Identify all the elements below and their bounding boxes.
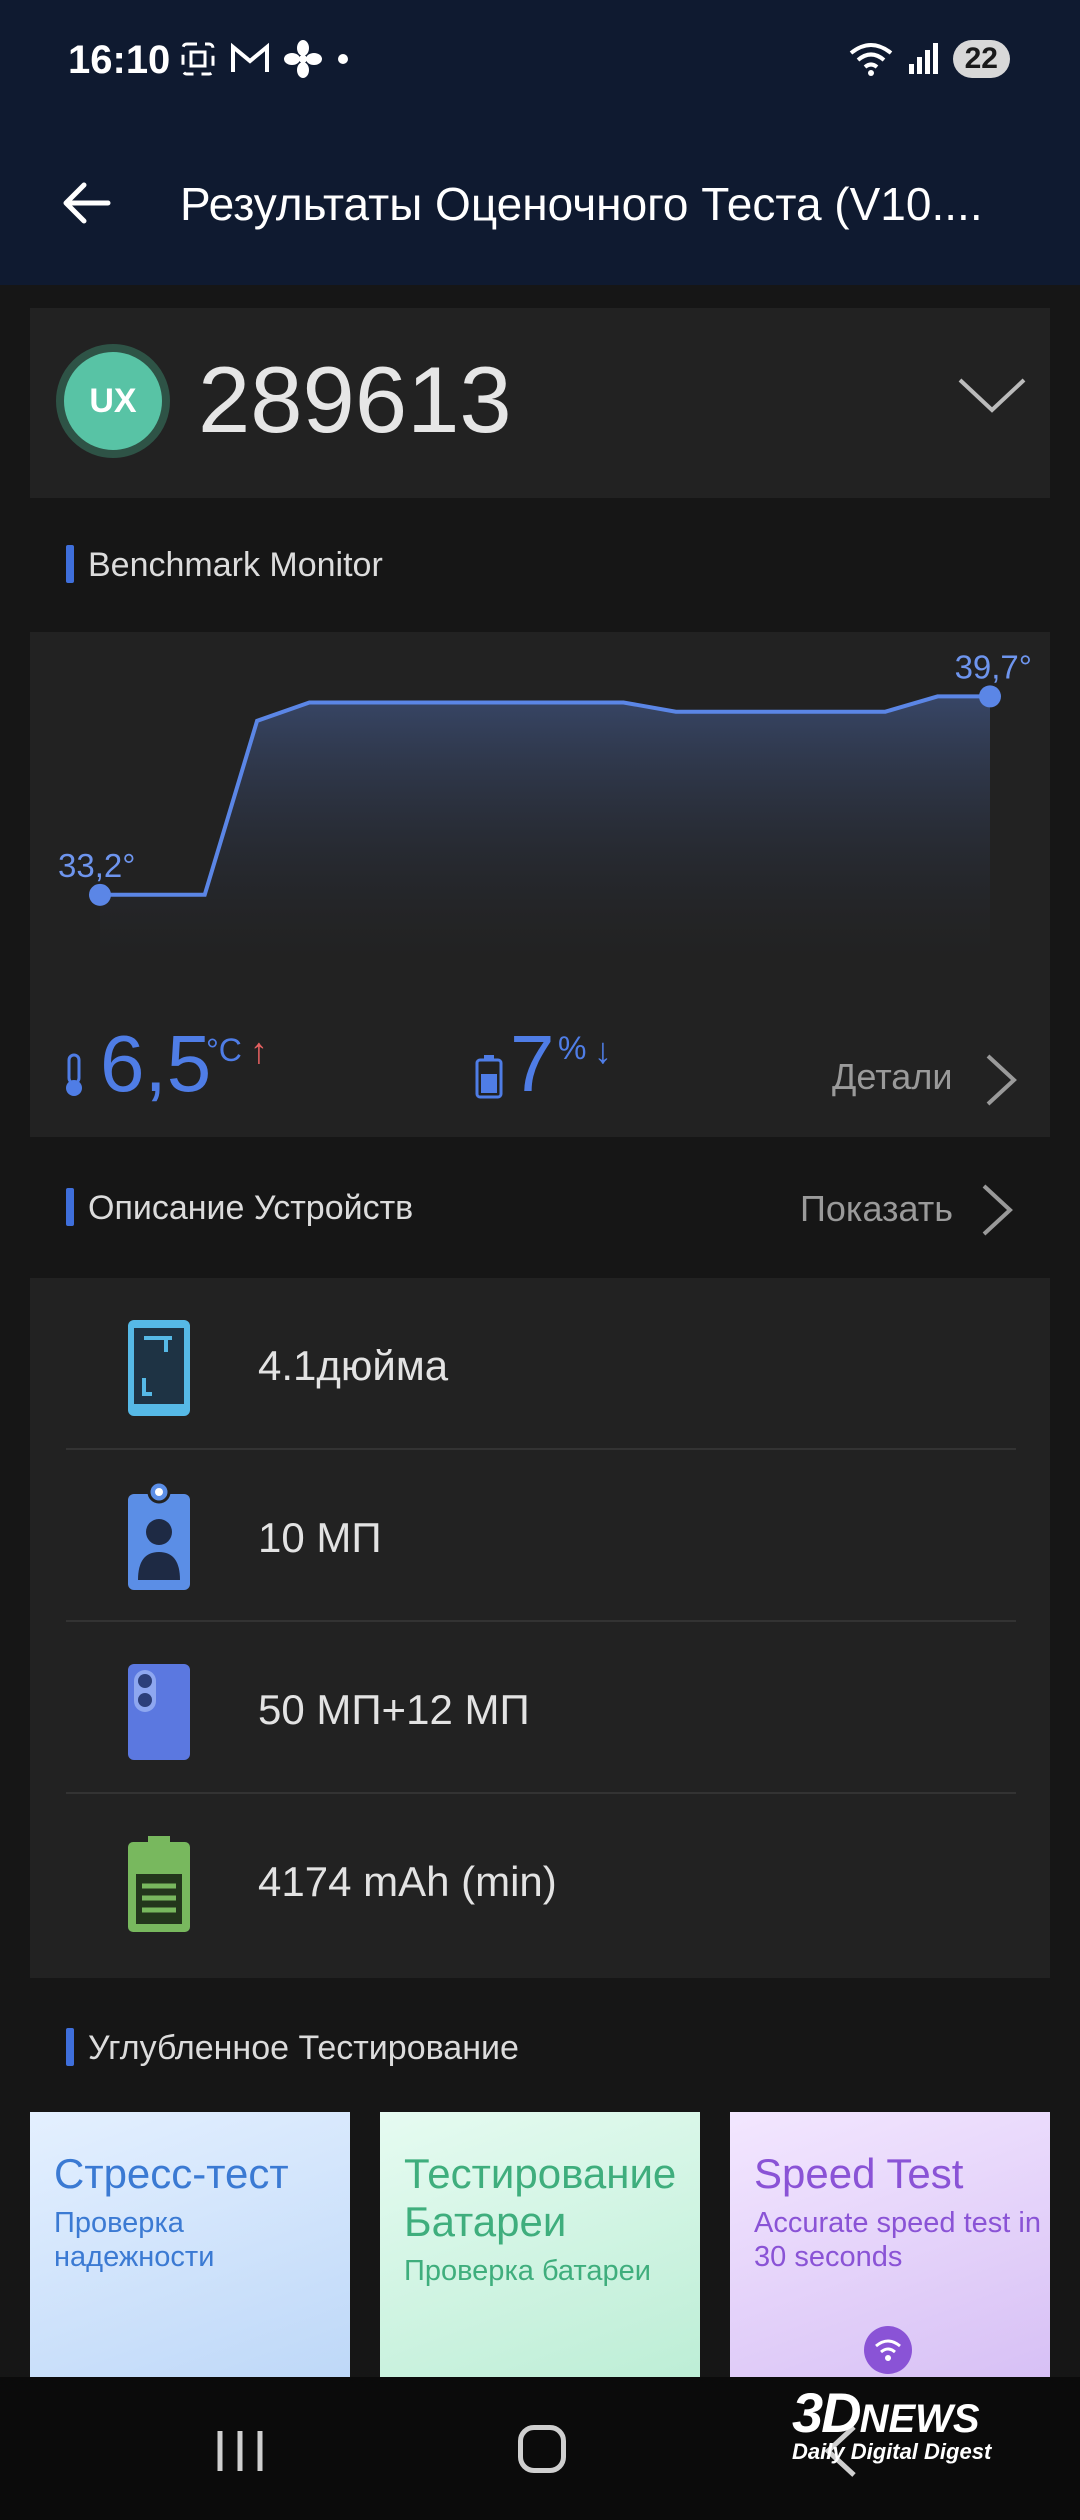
battery-delta: 7 (510, 1019, 555, 1108)
ux-badge: UX (56, 344, 170, 458)
chart-start-label: 33,2° (58, 847, 135, 884)
battery-level: 22 (952, 40, 1010, 78)
tile-title: Тестирование Батареи (404, 2150, 677, 2245)
chevron-right-icon[interactable] (984, 1052, 1018, 1108)
fan-icon (284, 40, 322, 78)
device-specs-card: 4.1дюйма 10 МП 50 МП+12 МП 4174 mAh (min… (30, 1278, 1050, 1978)
stress-test-tile[interactable]: Стресс-тест Проверка надежности (30, 2112, 350, 2377)
chart-area (100, 696, 990, 962)
back-arrow-icon[interactable] (58, 175, 114, 231)
tile-subtitle: Проверка батареи (404, 2255, 651, 2287)
chart-start-point (89, 883, 111, 906)
battery-capacity-text: 4174 mAh (min) (258, 1858, 557, 1905)
tile-title: Стресс-тест (54, 2150, 289, 2197)
status-right: 22 (849, 40, 1010, 78)
watermark-brand-news: NEWS (859, 2397, 980, 2441)
battery-capacity-icon (128, 1836, 190, 1932)
deep-testing-heading: Углубленное Тестирование (88, 2029, 519, 2067)
chevron-right-icon[interactable] (980, 1182, 1014, 1238)
wifi-icon (864, 2326, 912, 2374)
list-item: 4174 mAh (min) (66, 1794, 1016, 1966)
temperature-chart: 33,2° 39,7° (58, 648, 1032, 962)
total-score: 289613 (198, 347, 512, 452)
app-bar: Результаты Оценочного Теста (V10.... (0, 125, 1080, 285)
show-link[interactable]: Показать (800, 1188, 953, 1230)
list-item: 4.1дюйма (66, 1278, 1016, 1450)
section-accent-bar (66, 545, 74, 583)
status-bar: 16:10 22 (0, 0, 1080, 125)
tile-subtitle: Проверка надежности (54, 2207, 215, 2273)
page-title: Результаты Оценочного Теста (V10.... (180, 178, 983, 230)
benchmark-monitor-heading: Benchmark Monitor (88, 546, 383, 584)
front-camera-text: 10 МП (258, 1514, 382, 1561)
battery-icon (475, 1055, 503, 1099)
benchmark-monitor-card: 33,2° 39,7° 6,5 °C ↑ 7 % ↓ Детали (30, 632, 1050, 1137)
section-accent-bar (66, 2028, 74, 2066)
screen-size-icon (128, 1320, 190, 1416)
temperature-delta: 6,5 (100, 1019, 212, 1108)
screenshot-icon (181, 42, 215, 76)
watermark-tagline: Daily Digital Digest (792, 2439, 992, 2464)
recent-apps-icon[interactable] (214, 2427, 266, 2475)
details-link[interactable]: Детали (832, 1056, 952, 1098)
temperature-unit: °C (206, 1032, 242, 1068)
deep-testing-tiles: Стресс-тест Проверка надежности Тестиров… (30, 2112, 1080, 2377)
temperature-up-arrow-icon: ↑ (250, 1030, 268, 1071)
dot-icon (338, 54, 348, 64)
screen-size-text: 4.1дюйма (258, 1342, 449, 1389)
section-accent-bar (66, 1188, 74, 1226)
gmail-icon (231, 42, 269, 72)
device-description-heading: Описание Устройств (88, 1189, 414, 1227)
status-time: 16:10 (68, 38, 171, 82)
watermark: 3DNEWS Daily Digital Digest (792, 2380, 991, 2465)
list-item: 10 МП (66, 1450, 1016, 1622)
notification-icons (180, 40, 350, 78)
list-item: 50 МП+12 МП (66, 1622, 1016, 1794)
watermark-brand: 3D (792, 2381, 862, 2444)
battery-unit: % (558, 1030, 587, 1066)
signal-icon (908, 43, 938, 74)
thermometer-icon (66, 1053, 82, 1096)
tile-subtitle: Accurate speed test in 30 seconds (754, 2207, 1041, 2273)
home-button[interactable] (518, 2425, 566, 2473)
chart-end-label: 39,7° (955, 648, 1032, 685)
speed-test-tile[interactable]: Speed Test Accurate speed test in 30 sec… (730, 2112, 1050, 2377)
tile-title: Speed Test (754, 2150, 964, 2197)
wifi-icon (849, 43, 892, 76)
chart-end-point (979, 685, 1001, 708)
front-camera-icon (128, 1480, 190, 1590)
battery-down-arrow-icon: ↓ (594, 1030, 612, 1071)
score-card[interactable]: UX 289613 (30, 308, 1050, 498)
rear-camera-text: 50 МП+12 МП (258, 1686, 530, 1733)
chevron-down-icon[interactable] (956, 374, 1028, 418)
battery-test-tile[interactable]: Тестирование Батареи Проверка батареи (380, 2112, 700, 2377)
rear-camera-icon (128, 1664, 190, 1760)
